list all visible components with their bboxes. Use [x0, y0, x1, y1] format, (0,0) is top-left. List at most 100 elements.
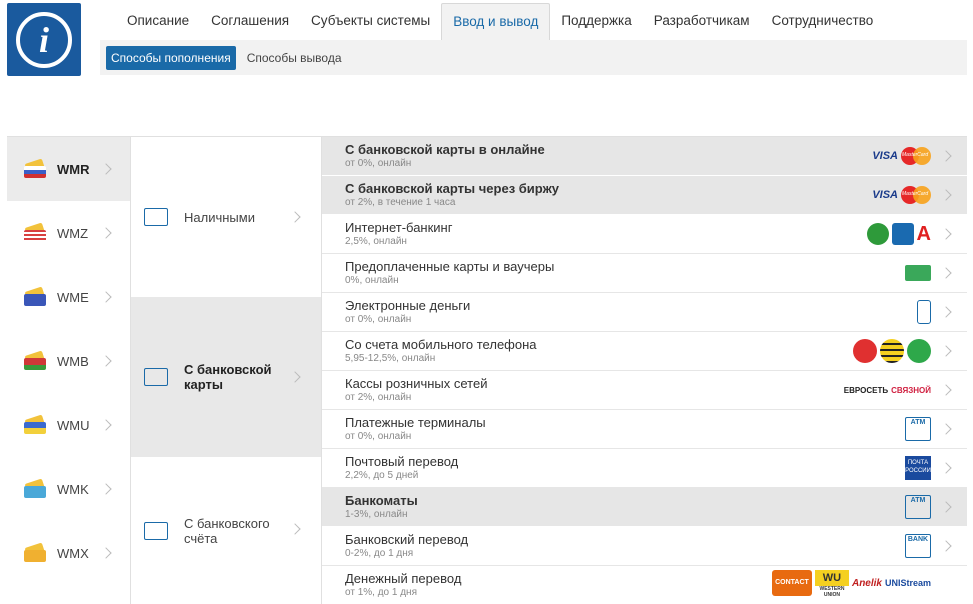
- contact-logo: CONTACT: [771, 570, 812, 596]
- option-subtitle: от 2%, онлайн: [345, 392, 412, 403]
- currency-item-wmx[interactable]: WMX: [7, 521, 130, 585]
- currency-code: WMU: [57, 417, 90, 433]
- option-subtitle: от 2%, в течение 1 часа: [345, 197, 456, 208]
- option-subtitle: от 1%, до 1 дня: [345, 587, 417, 598]
- currency-item-wme[interactable]: WME: [7, 265, 130, 329]
- option-title: Банковский перевод: [345, 532, 469, 547]
- option-title: Электронные деньги: [345, 298, 471, 313]
- option-row-bank-transfer[interactable]: Банковский перевод 0-2%, до 1 дня BANK: [322, 527, 967, 566]
- option-title: Интернет-банкинг: [345, 220, 453, 235]
- option-subtitle: от 0%, онлайн: [345, 158, 412, 169]
- wallet-icon: [24, 286, 46, 306]
- currency-item-wmz[interactable]: WMZ: [7, 201, 130, 265]
- top-navigation: Описание Соглашения Субъекты системы Вво…: [100, 2, 973, 40]
- option-row-postal[interactable]: Почтовый перевод 2,2%, до 5 дней ПОЧТА Р…: [322, 449, 967, 488]
- currency-list: WMR WMZ WME WMB WMU WMK WMX: [7, 136, 131, 604]
- option-row-card-online[interactable]: С банковской карты в онлайне от 0%, онла…: [322, 137, 967, 176]
- option-subtitle: от 0%, онлайн: [345, 431, 412, 442]
- method-bank-account[interactable]: С банковского счёта: [131, 457, 321, 604]
- option-row-retail[interactable]: Кассы розничных сетей от 2%, онлайн ЕВРО…: [322, 371, 967, 410]
- option-row-prepaid-cards[interactable]: Предоплаченные карты и ваучеры 0%, онлай…: [322, 254, 967, 293]
- option-row-card-exchange[interactable]: С банковской карты через биржу от 2%, в …: [322, 176, 967, 215]
- tab-support[interactable]: Поддержка: [550, 2, 642, 40]
- option-row-internet-banking[interactable]: Интернет-банкинг 2,5%, онлайн А: [322, 215, 967, 254]
- option-row-e-money[interactable]: Электронные деньги от 0%, онлайн: [322, 293, 967, 332]
- mastercard-logo: MasterCard: [901, 186, 931, 204]
- currency-code: WMR: [57, 161, 90, 177]
- subtab-withdraw-methods[interactable]: Способы вывода: [242, 46, 347, 70]
- chevron-right-icon: [940, 189, 952, 201]
- chevron-right-icon: [100, 547, 112, 559]
- wallet-icon: [24, 350, 46, 370]
- currency-item-wmb[interactable]: WMB: [7, 329, 130, 393]
- visa-logo: VISA: [872, 150, 898, 162]
- option-subtitle: 1-3%, онлайн: [345, 509, 408, 520]
- option-row-mobile[interactable]: Со счета мобильного телефона 5,95-12,5%,…: [322, 332, 967, 371]
- option-title: Предоплаченные карты и ваучеры: [345, 259, 555, 274]
- currency-code: WMZ: [57, 225, 89, 241]
- chevron-right-icon: [940, 423, 952, 435]
- chevron-right-icon: [100, 291, 112, 303]
- chevron-right-icon: [940, 384, 952, 396]
- info-logo[interactable]: i: [7, 3, 81, 76]
- chevron-right-icon: [289, 371, 301, 383]
- chevron-right-icon: [289, 523, 301, 535]
- mts-logo: [853, 339, 877, 363]
- russian-post-logo: ПОЧТА РОССИИ: [905, 456, 931, 480]
- wallet-icon: [24, 158, 46, 178]
- chevron-right-icon: [100, 163, 112, 175]
- chevron-right-icon: [289, 211, 301, 223]
- currency-code: WME: [57, 289, 89, 305]
- currency-code: WMB: [57, 353, 89, 369]
- option-subtitle: от 0%, онлайн: [345, 314, 412, 325]
- option-row-money-transfer[interactable]: Денежный перевод от 1%, до 1 дня CONTACT…: [322, 566, 967, 604]
- evroset-logo: ЕВРОСЕТЬ: [843, 385, 889, 395]
- chevron-right-icon: [940, 228, 952, 240]
- tab-developers[interactable]: Разработчикам: [643, 2, 761, 40]
- chevron-right-icon: [940, 462, 952, 474]
- banknote-icon: [144, 208, 168, 226]
- option-subtitle: 2,5%, онлайн: [345, 236, 407, 247]
- chevron-right-icon: [940, 501, 952, 513]
- option-title: Денежный перевод: [345, 571, 462, 586]
- safe-icon: [144, 521, 168, 540]
- phone-icon: [917, 300, 931, 324]
- sberbank-logo: [866, 223, 889, 245]
- option-title: Кассы розничных сетей: [345, 376, 488, 391]
- option-row-terminals[interactable]: Платежные терминалы от 0%, онлайн ATM: [322, 410, 967, 449]
- western-union-logo: WU WESTERN UNION: [814, 570, 849, 598]
- tab-system-subjects[interactable]: Субъекты системы: [300, 2, 441, 40]
- prepaid-card-icon: [905, 265, 931, 281]
- wallet-icon: [24, 222, 46, 242]
- chevron-right-icon: [940, 150, 952, 162]
- option-subtitle: 0-2%, до 1 дня: [345, 548, 414, 559]
- wallet-icon: [24, 542, 46, 562]
- visa-logo: VISA: [872, 189, 898, 201]
- tab-agreements[interactable]: Соглашения: [200, 2, 300, 40]
- unistream-logo: UNIStream: [884, 578, 931, 588]
- option-title: С банковской карты в онлайне: [345, 142, 545, 157]
- anelik-logo: Anelik: [851, 577, 882, 589]
- currency-item-wmr[interactable]: WMR: [7, 137, 130, 201]
- currency-item-wmu[interactable]: WMU: [7, 393, 130, 457]
- method-cash[interactable]: Наличными: [131, 137, 321, 297]
- currency-code: WMX: [57, 545, 89, 561]
- option-subtitle: 0%, онлайн: [345, 275, 399, 286]
- vtb-logo: [891, 223, 914, 245]
- info-icon: i: [16, 11, 72, 68]
- method-bank-card[interactable]: С банковской карты: [131, 297, 321, 457]
- option-row-atm[interactable]: Банкоматы 1-3%, онлайн ATM: [322, 488, 967, 527]
- currency-item-wmk[interactable]: WMK: [7, 457, 130, 521]
- method-label: С банковской карты: [184, 362, 272, 392]
- method-label: Наличными: [184, 209, 255, 225]
- tab-description[interactable]: Описание: [100, 2, 200, 40]
- method-label: С банковского счёта: [184, 515, 270, 546]
- option-title: Со счета мобильного телефона: [345, 337, 537, 352]
- option-title: Платежные терминалы: [345, 415, 486, 430]
- subtab-topup-methods[interactable]: Способы пополнения: [106, 45, 236, 70]
- chevron-right-icon: [940, 345, 952, 357]
- tab-input-output[interactable]: Ввод и вывод: [441, 3, 551, 40]
- chevron-right-icon: [100, 419, 112, 431]
- card-icon: [144, 368, 168, 386]
- tab-cooperation[interactable]: Сотрудничество: [761, 2, 885, 40]
